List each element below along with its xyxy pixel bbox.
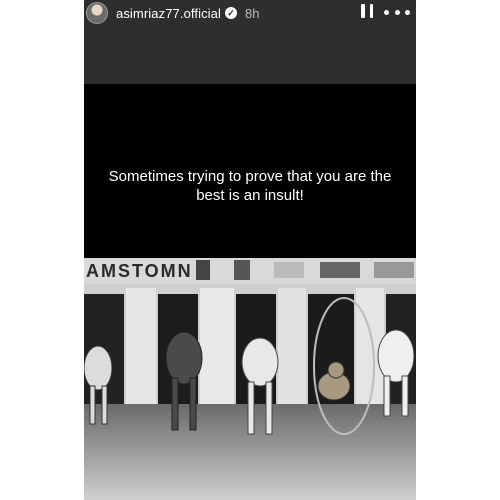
pause-icon[interactable] <box>361 4 373 20</box>
greyhound-race-photo: AMSTOMN <box>84 258 416 500</box>
caption-panel: Sometimes trying to prove that you are t… <box>84 84 416 258</box>
avatar[interactable] <box>86 2 108 24</box>
more-dots-icon[interactable] <box>384 6 410 18</box>
caption-text: Sometimes trying to prove that you are t… <box>108 168 392 204</box>
photo-illustration: AMSTOMN <box>84 258 416 500</box>
verified-check-icon: ✓ <box>224 7 237 19</box>
banner-text: AMSTOMN <box>86 261 193 281</box>
post-time: 8h <box>244 5 260 21</box>
username[interactable]: asimriaz77.official <box>116 6 221 21</box>
story-viewer: asimriaz77.official ✓ 8h Sometimes tryin… <box>84 0 416 500</box>
